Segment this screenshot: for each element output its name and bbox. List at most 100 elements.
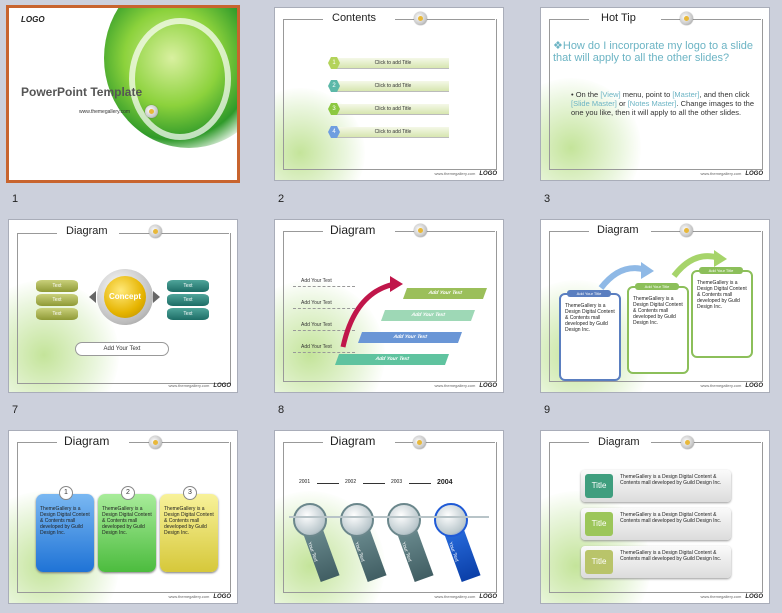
slide-title: PowerPoint Template (21, 85, 143, 99)
slide-number: 2 (278, 193, 285, 205)
year-label: 2001 (299, 479, 311, 485)
slide-footer: www.themegallery.com LOGO (434, 171, 498, 177)
data-cylinder: Text (167, 280, 209, 292)
card-number: 2 (121, 486, 135, 500)
slide-thumbnail-2[interactable]: Contents Click to add Title 1 Click to add… (275, 8, 503, 180)
data-cylinder: Text (36, 308, 78, 320)
slide-title: Diagram (330, 434, 376, 448)
slide-footer: www.themegallery.com LOGO (168, 383, 232, 389)
slide-thumbnail-11[interactable]: Diagram 2001 Your Text 2002 Your Text 2003 Yo… (275, 431, 503, 603)
year-label: 2003 (391, 479, 403, 485)
slide-title: Diagram (64, 434, 110, 448)
timeline-node-circle[interactable] (293, 503, 327, 537)
tip-body-part: menu, point to (620, 90, 673, 99)
pin-icon (149, 225, 162, 238)
pin-icon (680, 12, 693, 25)
logo-text: LOGO (21, 15, 45, 24)
row-text: ThemeGallery is a Design Digital Content… (620, 474, 722, 486)
box-title-tag: Add Your Title (699, 267, 743, 274)
card-text: ThemeGallery is a Design Digital Content… (102, 506, 152, 536)
tip-body-part: On the (575, 90, 601, 99)
title-tag: Title (585, 550, 613, 574)
step-block: Add Your Text (402, 288, 488, 299)
slide-number: 9 (544, 404, 551, 416)
curved-arrow-icon (340, 276, 403, 348)
pin-icon (414, 224, 427, 237)
data-cylinder: Text (167, 308, 209, 320)
timeline-arrow-line (363, 483, 385, 484)
box-title-tag: Add Your Title (635, 283, 679, 290)
year-label: 2002 (345, 479, 357, 485)
title-tag: Title (585, 474, 613, 498)
pin-icon (149, 436, 162, 449)
tip-body-part: or (616, 99, 628, 108)
pin-icon (680, 224, 693, 237)
data-cylinder: Text (167, 294, 209, 306)
box-body-text: ThemeGallery is a Design Digital Content… (565, 303, 615, 333)
slide-footer: www.themegallery.com LOGO (700, 383, 764, 389)
slide-title: Diagram (597, 224, 639, 236)
slide-number: 1 (12, 193, 19, 205)
slide-title: Diagram (330, 223, 376, 237)
slide-footer: www.themegallery.com LOGO (168, 594, 232, 600)
slide-thumbnail-3[interactable]: Hot Tip ❖How do I incorporate my logo to… (541, 8, 769, 180)
slide-footer: www.themegallery.com LOGO (700, 171, 764, 177)
tip-body-part: , and then click (699, 90, 750, 99)
concept-label: Concept (104, 276, 146, 318)
card-text: ThemeGallery is a Design Digital Content… (164, 506, 214, 536)
tip-body-part: [View] (600, 90, 621, 99)
slide-thumbnail-12[interactable]: Diagram Title ThemeGallery is a Design Di… (541, 431, 769, 603)
card-number: 1 (59, 486, 73, 500)
row-label: Add Your Text (301, 322, 332, 328)
slide-number: 8 (278, 404, 285, 416)
card-number: 3 (183, 486, 197, 500)
tip-question: ❖How do I incorporate my logo to a slide… (553, 40, 754, 64)
title-tag: Title (585, 512, 613, 536)
slide-footer: www.themegallery.com LOGO (434, 383, 498, 389)
contents-item[interactable]: Click to add Title (337, 127, 449, 138)
slide-thumbnail-8[interactable]: Diagram Add Your Text Add Your Text Add Yo… (275, 220, 503, 392)
pin-icon (414, 12, 427, 25)
row-label: Add Your Text (301, 344, 332, 350)
slide-thumbnail-9[interactable]: Diagram Add Your Title ThemeGallery is a … (541, 220, 769, 392)
contents-item[interactable]: Click to add Title (337, 58, 449, 69)
slide-footer: www.themegallery.com LOGO (700, 594, 764, 600)
text-box[interactable]: Add Your Title ThemeGallery is a Design D… (627, 283, 689, 374)
slide-number: 7 (12, 404, 19, 416)
add-your-text-box[interactable]: Add Your Text (75, 342, 169, 356)
row-label: Add Your Text (301, 300, 332, 306)
timeline-node-circle[interactable] (387, 503, 421, 537)
contents-item[interactable]: Click to add Title (337, 81, 449, 92)
green-ring-graphic (129, 18, 231, 140)
box-body-text: ThemeGallery is a Design Digital Content… (697, 280, 747, 310)
card-text: ThemeGallery is a Design Digital Content… (40, 506, 90, 536)
row-text: ThemeGallery is a Design Digital Content… (620, 550, 722, 562)
data-cylinder: Text (36, 294, 78, 306)
year-label: 2004 (437, 479, 453, 486)
slide-thumbnail-1[interactable]: LOGO PowerPoint Template www.themegaller… (9, 8, 237, 180)
left-arrow-icon (89, 291, 96, 303)
text-box[interactable]: Add Your Title ThemeGallery is a Design D… (559, 290, 621, 381)
timeline-arrow-line (409, 483, 431, 484)
slide-number: 3 (544, 193, 551, 205)
tip-body-part: [Notes Master] (627, 99, 677, 108)
box-title-tag: Add Your Title (567, 290, 611, 297)
row-label: Add Your Text (301, 278, 332, 284)
data-cylinder: Text (36, 280, 78, 292)
tip-body: • On the [View] menu, point to [Master],… (571, 90, 755, 117)
slide-title: Diagram (598, 436, 640, 448)
text-box[interactable]: Add Your Title ThemeGallery is a Design D… (691, 267, 753, 358)
slide-thumbnail-10[interactable]: Diagram 1 ThemeGallery is a Design Digita… (9, 431, 237, 603)
timeline-node-circle[interactable] (434, 503, 468, 537)
slide-title: Diagram (66, 225, 108, 237)
slide-title: Hot Tip (601, 12, 636, 24)
pin-icon (145, 105, 158, 118)
slide-thumbnail-7[interactable]: Diagram Text Text Text Text Text Text Concep… (9, 220, 237, 392)
pin-icon (413, 436, 426, 449)
timeline-node-circle[interactable] (340, 503, 374, 537)
row-text: ThemeGallery is a Design Digital Content… (620, 512, 722, 524)
slide-footer: www.themegallery.com LOGO (434, 594, 498, 600)
timeline-arrow-line (317, 483, 339, 484)
step-block: Add Your Text (334, 354, 450, 365)
contents-item[interactable]: Click to add Title (337, 104, 449, 115)
